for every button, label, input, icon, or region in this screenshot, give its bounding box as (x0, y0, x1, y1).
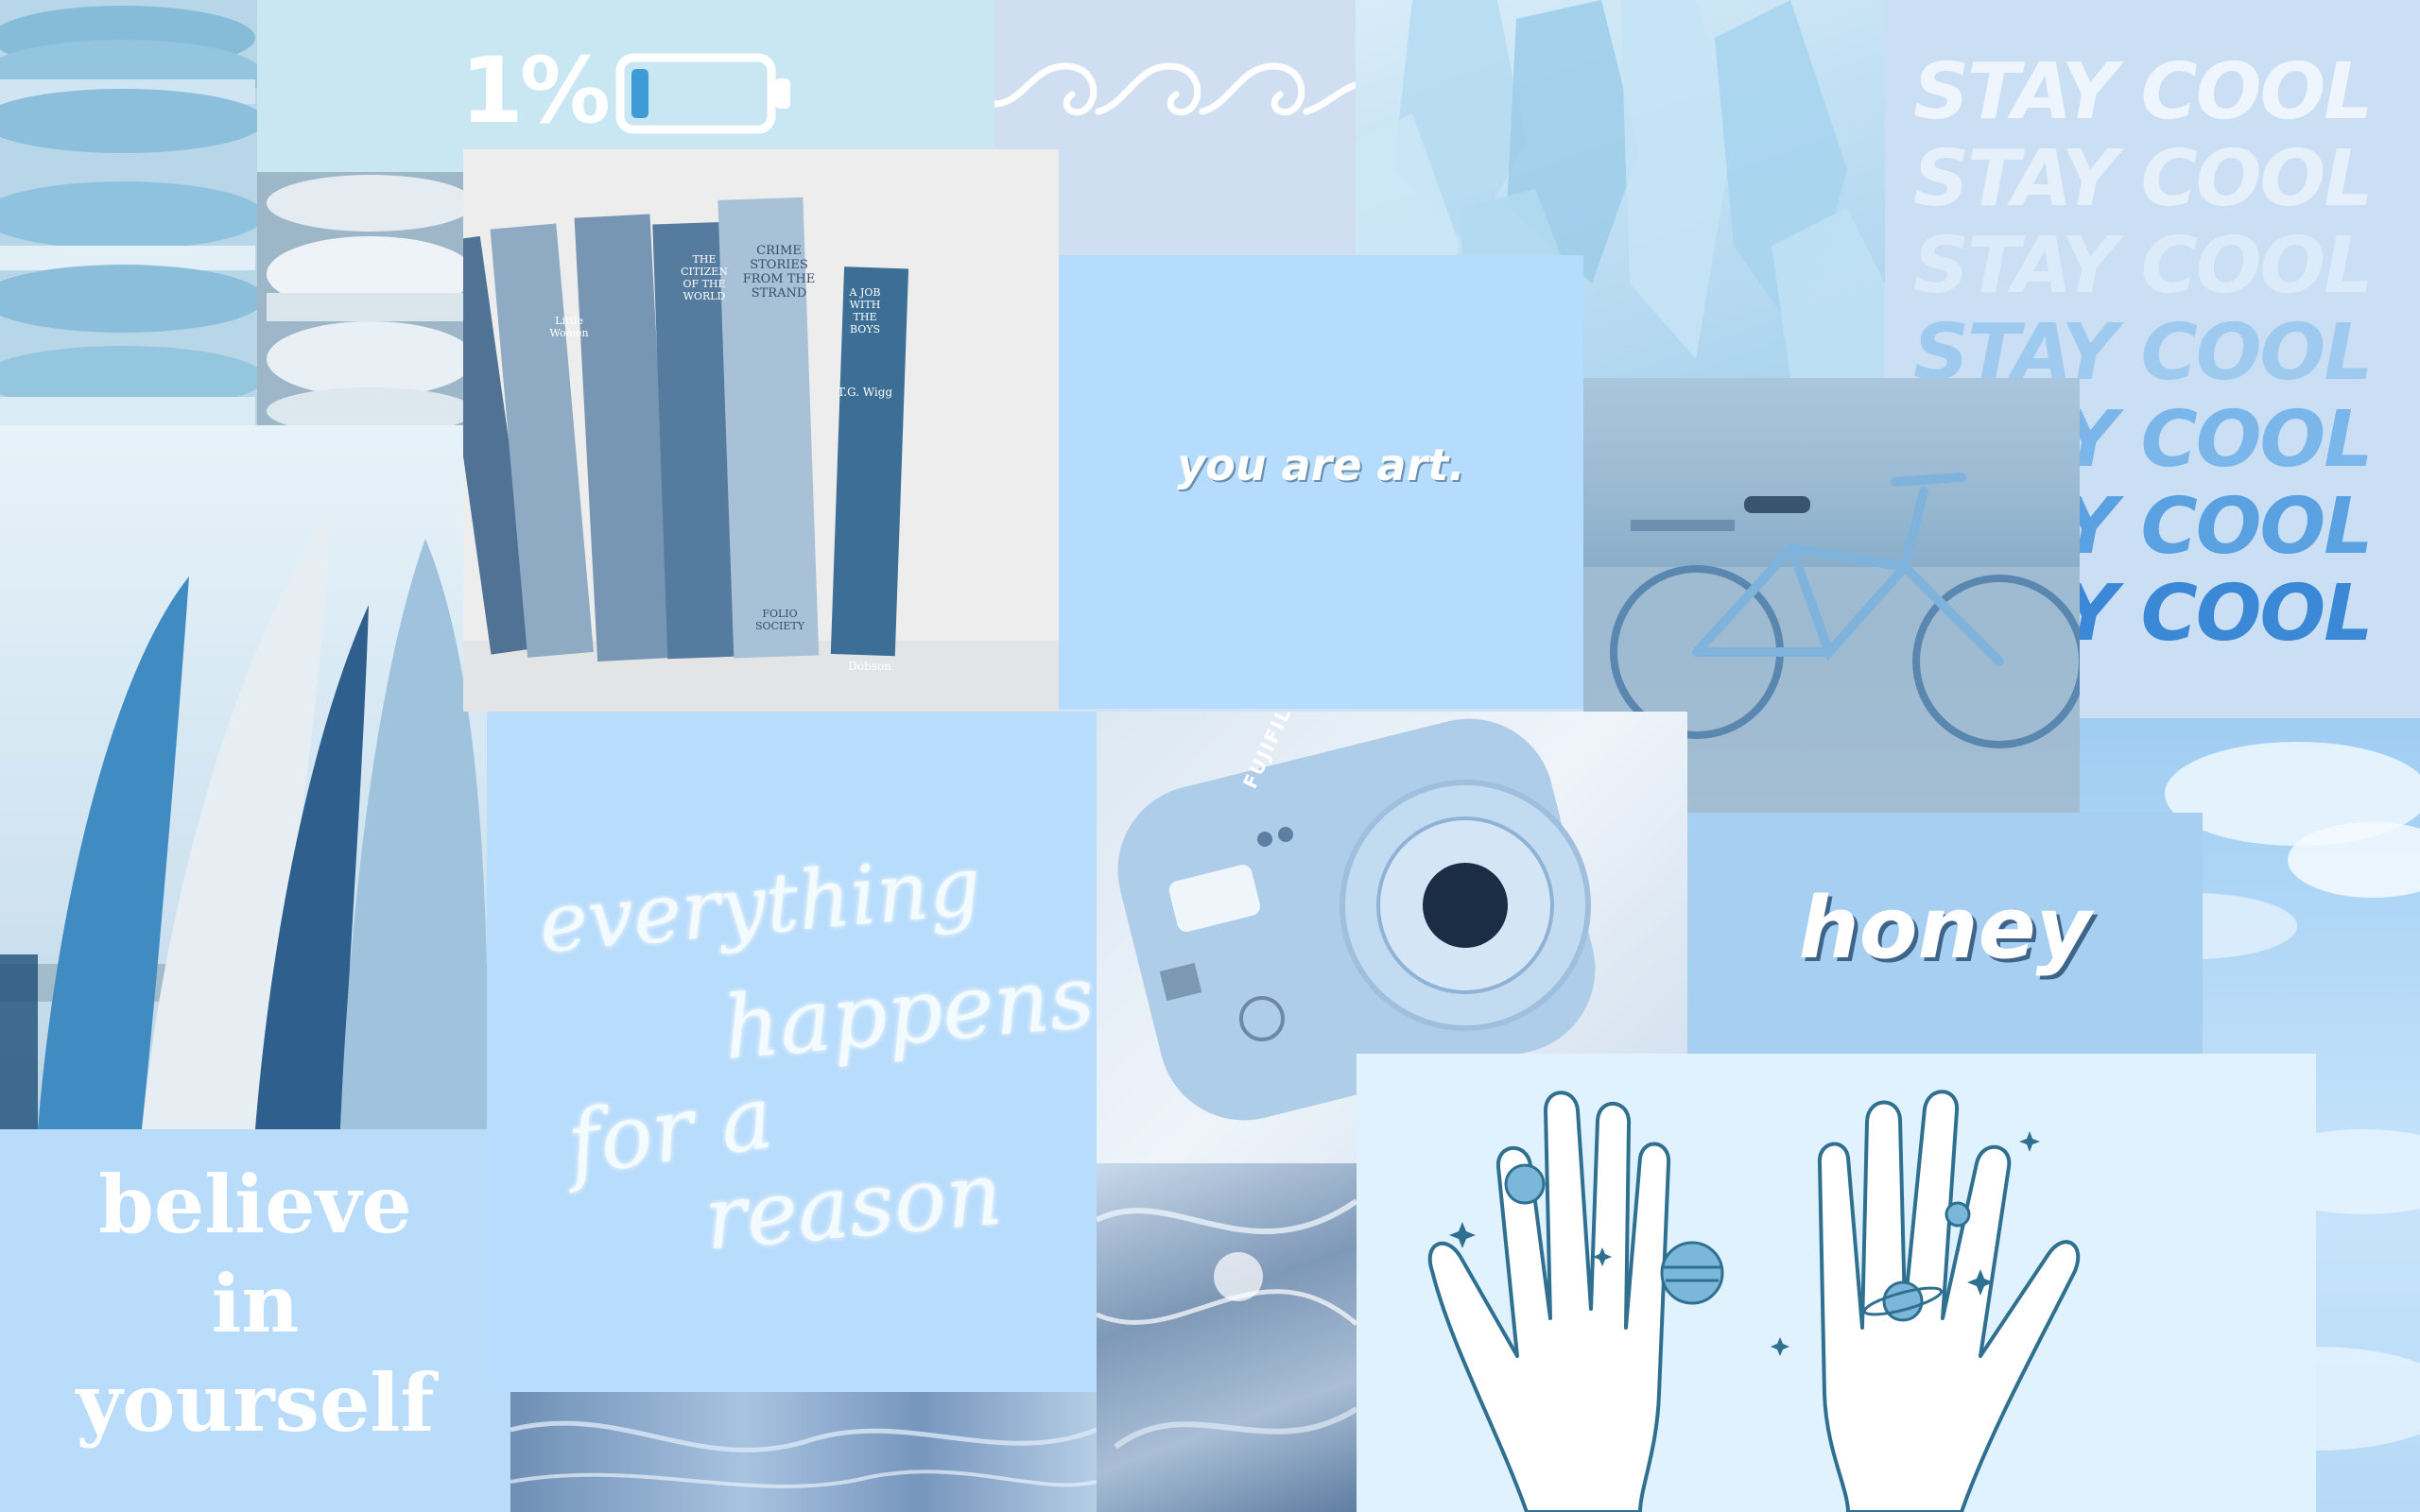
battery-tile: 1% (257, 0, 994, 172)
honey-tile: honey (1687, 813, 2203, 1054)
believe-line-2: in (211, 1257, 300, 1350)
believe-tile: believe in yourself (0, 1129, 510, 1512)
white-macarons-photo (257, 170, 465, 425)
planet-2 (1882, 1280, 1924, 1322)
planet-4 (1945, 1201, 1971, 1228)
believe-line-3: yourself (76, 1356, 435, 1450)
book-publisher-4: Dobson (848, 660, 891, 673)
everything-happens-tile: everything happens for a reason (487, 712, 1097, 1392)
book-title-3: CRIME STORIES FROM THE STRAND (742, 244, 816, 301)
book-publisher-3: FOLIO SOCIETY (755, 608, 804, 632)
book-title-1: Little Women (549, 315, 589, 339)
you-are-art-text: you are art. (1177, 439, 1465, 490)
everything-line-1: everything (535, 838, 985, 972)
water-reflection-photo (1097, 1163, 1357, 1512)
book-author-4: T.G. Wigg (837, 386, 893, 399)
you-are-art-tile: you are art. (1059, 255, 1583, 709)
surfboards-photo (0, 425, 487, 1129)
water-surface-photo (510, 1392, 1097, 1512)
stay-cool-line-3: STAY COOL (1913, 221, 2373, 311)
battery-percent-text: 1% (460, 38, 611, 144)
planet-3 (1504, 1163, 1546, 1205)
book-title-2: THE CITIZEN OF THE WORLD (681, 253, 728, 302)
stay-cool-line-1: STAY COOL (1913, 47, 2373, 137)
macaron-stack-left (0, 0, 257, 425)
battery-icon (615, 53, 790, 134)
hands-illustration (1427, 1090, 2081, 1512)
battery-fill-level (631, 69, 648, 118)
book-title-4: A JOB WITH THE BOYS (849, 286, 881, 335)
hands-planets-tile (1357, 1054, 2316, 1512)
believe-line-1: believe (98, 1158, 412, 1251)
macarons-photo (0, 0, 257, 425)
everything-line-2: happens (719, 946, 1097, 1079)
stay-cool-line-2: STAY COOL (1913, 134, 2373, 224)
planet-1 (1660, 1241, 1724, 1305)
books-photo: Little Women THE CITIZEN OF THE WORLD CR… (463, 149, 1059, 712)
honey-text: honey (1798, 879, 2092, 978)
